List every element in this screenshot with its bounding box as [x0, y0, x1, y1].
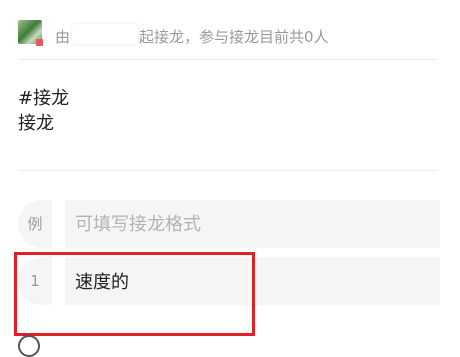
example-index-label: 例: [18, 200, 52, 248]
highlight-box: [14, 252, 255, 336]
solitaire-header: 由 起接龙，参与接龙目前共0人: [0, 0, 460, 60]
redacted-host-name: [72, 24, 138, 44]
host-prefix-text: 由: [55, 28, 71, 46]
example-format-input[interactable]: [65, 200, 440, 248]
title-text: 接龙: [18, 113, 54, 134]
example-row: 例: [18, 200, 440, 248]
solitaire-title: #接龙 接龙: [18, 86, 69, 136]
title-divider: [18, 170, 438, 171]
add-entry-circle-icon[interactable]: [18, 335, 40, 357]
participant-count-text: 起接龙，参与接龙目前共0人: [139, 28, 329, 46]
avatar-badge-icon: [36, 39, 43, 46]
header-divider: [18, 59, 438, 60]
title-hashtag: #接龙: [18, 88, 70, 109]
